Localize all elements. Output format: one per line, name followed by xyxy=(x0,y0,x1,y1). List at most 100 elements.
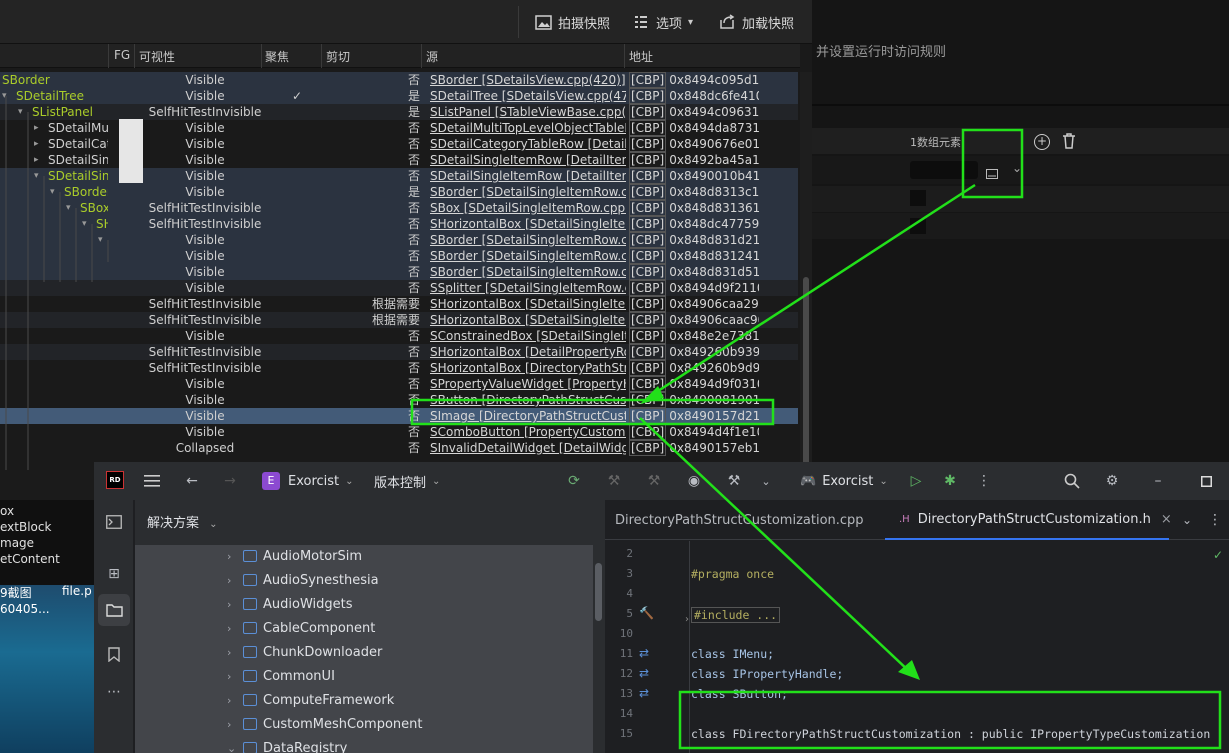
search-icon[interactable] xyxy=(1062,471,1082,491)
source-link[interactable]: SBorder [SDetailSingleItemRow.cp xyxy=(430,264,626,280)
table-row[interactable]: Visible 否 SComboButton [PropertyCustomiz [C… xyxy=(0,424,798,440)
source-link[interactable]: SDetailTree [SDetailsView.cpp(475) xyxy=(430,88,626,104)
expand-arrow-icon[interactable]: ▾ xyxy=(34,168,44,184)
collapse-arrow-icon[interactable]: ▸ xyxy=(34,152,44,168)
checkbox[interactable] xyxy=(910,190,926,206)
source-link[interactable]: SListPanel [STableViewBase.cpp( xyxy=(430,104,626,120)
solution-item[interactable]: › CustomMeshComponent xyxy=(135,712,593,736)
chevron-down-icon[interactable]: ⌄ xyxy=(1012,161,1022,175)
folder-browse-icon[interactable] xyxy=(986,164,998,183)
solution-item[interactable]: › AudioSynesthesia xyxy=(135,568,593,592)
column-fg[interactable]: FG xyxy=(114,48,130,62)
expand-chevron-icon[interactable]: ⌄ xyxy=(227,742,236,753)
expand-arrow-icon[interactable]: ▾ xyxy=(98,232,108,248)
scrollbar-thumb[interactable] xyxy=(803,277,809,467)
bookmark-icon[interactable] xyxy=(104,644,124,664)
collapse-arrow-icon[interactable]: ▸ xyxy=(34,136,44,152)
more-tools-icon[interactable]: ⋯ xyxy=(104,682,124,702)
forward-arrow-icon[interactable]: → xyxy=(220,471,240,491)
column-visibility[interactable]: 可视性 xyxy=(139,48,175,65)
code-line[interactable]: class SButton; xyxy=(691,687,788,701)
source-link[interactable]: SDetailSingleItemRow [DetailItemI xyxy=(430,152,626,168)
column-focus[interactable]: 聚焦 xyxy=(265,48,289,65)
expand-arrow-icon[interactable]: ▾ xyxy=(50,184,60,200)
table-row[interactable]: SBorder Visible 否 SBorder [SDetailsView.cpp… xyxy=(0,72,798,88)
desktop-file-label[interactable]: 60405... xyxy=(0,602,50,616)
solution-item[interactable]: › CommonUI xyxy=(135,664,593,688)
settings-gear-icon[interactable]: ⚙ xyxy=(1102,471,1122,491)
source-link[interactable]: SImage [DirectoryPathStructCusto xyxy=(430,408,626,424)
desktop-file-label[interactable]: file.p xyxy=(62,584,92,598)
solution-item[interactable]: › CableComponent xyxy=(135,616,593,640)
code-line[interactable]: #include ... xyxy=(691,607,781,623)
more-options-icon[interactable]: ⋮ xyxy=(974,471,994,491)
structure-icon[interactable]: ⊞ xyxy=(104,564,124,584)
source-link[interactable]: SBorder [SDetailSingleItemRow.cpp xyxy=(430,184,626,200)
trash-icon[interactable] xyxy=(1062,133,1076,153)
table-row[interactable]: Collapsed 否 SInvalidDetailWidget [DetailWi… xyxy=(0,440,798,456)
close-icon[interactable]: × xyxy=(1161,512,1172,527)
source-link[interactable]: SDetailMultiTopLevelObjectTableR xyxy=(430,120,626,136)
source-link[interactable]: SHorizontalBox [DetailPropertyRov xyxy=(430,344,626,360)
tab-header-file[interactable]: .H DirectoryPathStructCustomization.h × xyxy=(885,500,1172,540)
tab-cpp-file[interactable]: DirectoryPathStructCustomization.cpp xyxy=(615,500,864,540)
table-row[interactable]: SelfHitTestInvisible 根据需要 SHorizontalBox [… xyxy=(0,296,798,312)
maximize-icon[interactable] xyxy=(1196,471,1216,491)
source-link[interactable]: SBox [SDetailSingleItemRow.cpp(7 xyxy=(430,200,626,216)
table-row[interactable]: ▾ SBorder Visible 是 SBorder [SDetailSingleIt… xyxy=(0,184,798,200)
expand-chevron-icon[interactable]: › xyxy=(227,646,231,659)
checkbox[interactable] xyxy=(910,218,926,234)
source-link[interactable]: SPropertyValueWidget [PropertyH xyxy=(430,376,626,392)
code-line[interactable]: class FDirectoryPathStructCustomization … xyxy=(691,727,1210,741)
navigate-usages-icon[interactable]: ⇄ xyxy=(639,646,649,660)
source-link[interactable]: SHorizontalBox [SDetailSingleItem xyxy=(430,312,626,328)
take-snapshot-button[interactable]: 拍摄快照 xyxy=(534,9,610,35)
solution-explorer-header[interactable]: 解决方案 ⌄ xyxy=(147,512,218,531)
column-source[interactable]: 源 xyxy=(426,48,438,65)
code-line[interactable]: #pragma once xyxy=(691,567,774,581)
table-row[interactable]: SelfHitTestInvisible 否 SHorizontalBox [Dir… xyxy=(0,360,798,376)
solution-item[interactable]: › ChunkDownloader xyxy=(135,640,593,664)
table-row[interactable]: ▾ SListPanel SelfHitTestInvisible 是 SListPan… xyxy=(0,104,798,120)
table-row[interactable]: Visible 否 SPropertyValueWidget [PropertyH[… xyxy=(0,376,798,392)
hammer-icon[interactable]: 🔨 xyxy=(639,606,654,620)
source-link[interactable]: SInvalidDetailWidget [DetailWidget xyxy=(430,440,626,456)
table-row[interactable]: Visible 否 SBorder [SDetailSingleItemRow.cp… xyxy=(0,264,798,280)
more-options-icon[interactable]: ⋮ xyxy=(1205,510,1225,530)
debug-icon[interactable]: ✱ xyxy=(940,471,960,491)
table-row[interactable]: ▾ SBox SelfHitTestInvisible 否 SBox [SDetailS… xyxy=(0,200,798,216)
source-link[interactable]: SDetailCategoryTableRow [DetailC xyxy=(430,136,626,152)
table-row[interactable]: ▾SVisible否SBorder [SDetailSingleItemRow.… xyxy=(0,232,798,248)
solution-scrollbar[interactable] xyxy=(593,545,605,753)
options-button[interactable]: 选项 ▾ xyxy=(632,9,693,35)
solution-item[interactable]: › AudioMotorSim xyxy=(135,544,593,568)
hammer-icon[interactable]: ⚒ xyxy=(724,471,744,491)
table-row[interactable]: Visible 否 SImage [DirectoryPathStructCusto… xyxy=(0,408,798,424)
vcs-menu[interactable]: 版本控制 ⌄ xyxy=(374,462,440,500)
source-link[interactable]: SComboButton [PropertyCustomiz xyxy=(430,424,626,440)
source-link[interactable]: SBorder [SDetailSingleItemRow.cp xyxy=(430,232,626,248)
expand-chevron-icon[interactable]: › xyxy=(227,670,231,683)
source-link[interactable]: SHorizontalBox [DirectoryPathStru xyxy=(430,360,626,376)
hamburger-menu-icon[interactable] xyxy=(142,471,162,491)
table-row[interactable]: ▾ SHo SelfHitTestInvisible 否 SHorizontalBox … xyxy=(0,216,798,232)
run-icon[interactable]: ▷ xyxy=(906,471,926,491)
expand-chevron-icon[interactable]: › xyxy=(227,550,231,563)
fold-arrow-icon[interactable]: › xyxy=(685,614,689,630)
rebuild-icon[interactable]: ⚒ xyxy=(604,471,624,491)
inspection-ok-icon[interactable]: ✓ xyxy=(1213,548,1223,562)
add-element-icon[interactable]: + xyxy=(1034,134,1050,150)
navigate-usages-icon[interactable]: ⇄ xyxy=(639,686,649,700)
expand-chevron-icon[interactable]: › xyxy=(227,622,231,635)
source-link[interactable]: SDetailSingleItemRow [DetailItemI xyxy=(430,168,626,184)
table-row[interactable]: Visible 否 SBorder [SDetailSingleItemRow.cp… xyxy=(0,248,798,264)
solution-item[interactable]: › AudioWidgets xyxy=(135,592,593,616)
terminal-icon[interactable] xyxy=(104,512,124,532)
build-icon[interactable]: ⟳ xyxy=(564,471,584,491)
table-row[interactable]: Visible 否 SConstrainedBox [SDetailSingleIt… xyxy=(0,328,798,344)
column-clipping[interactable]: 剪切 xyxy=(326,48,350,65)
project-switcher[interactable]: E Exorcist ⌄ xyxy=(262,462,354,500)
source-link[interactable]: SBorder [SDetailsView.cpp(420)] xyxy=(430,72,626,88)
expand-arrow-icon[interactable]: ▾ xyxy=(18,104,28,120)
chevron-down-icon[interactable]: ⌄ xyxy=(756,471,776,491)
